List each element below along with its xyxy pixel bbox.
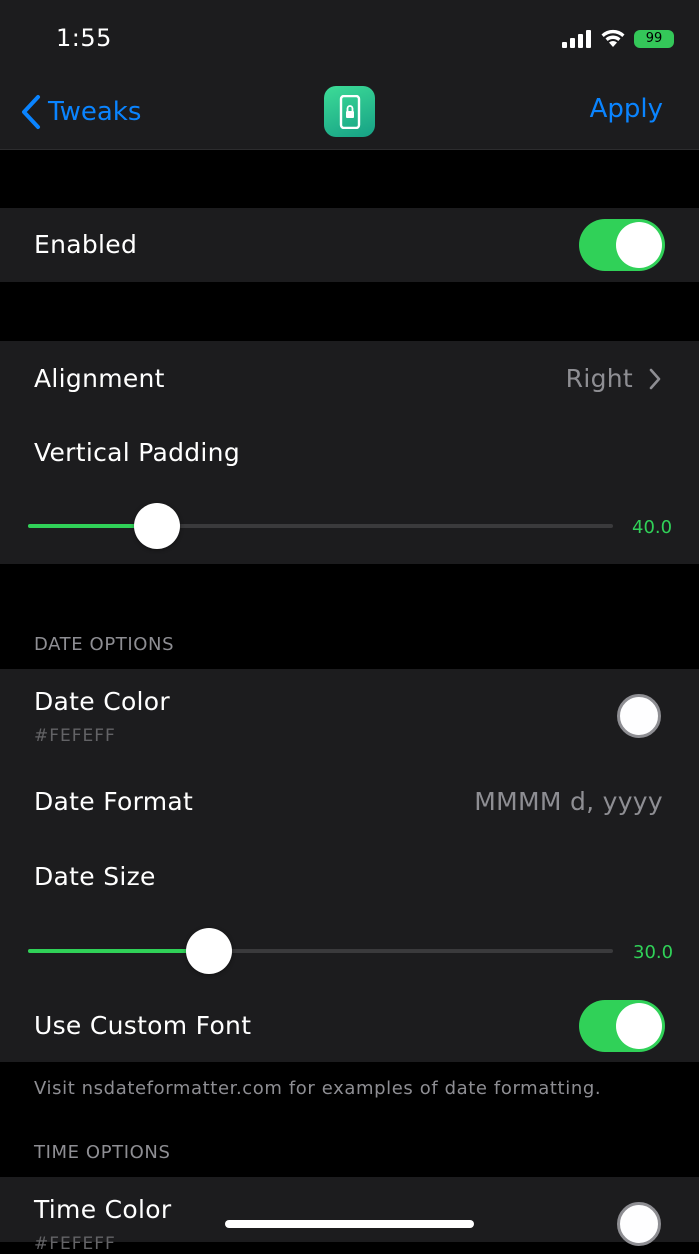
time-options-header: TIME OPTIONS (34, 1142, 171, 1163)
date-color-swatch[interactable] (617, 694, 661, 738)
date-format-value[interactable]: MMMM d, yyyy (474, 787, 663, 816)
date-color-hex: #FEFEFF (34, 726, 116, 746)
vertical-padding-label: Vertical Padding (34, 438, 240, 467)
app-icon (324, 86, 375, 137)
date-options-footer: Visit nsdateformatter.com for examples o… (34, 1078, 602, 1099)
toggle-knob (616, 222, 662, 268)
cellular-signal-icon (562, 30, 591, 48)
time-color-swatch[interactable] (617, 1202, 661, 1246)
custom-font-toggle[interactable] (579, 1000, 665, 1052)
time-color-hex: #FEFEFF (34, 1234, 116, 1254)
custom-font-label: Use Custom Font (34, 1011, 252, 1040)
apply-button[interactable]: Apply (590, 94, 663, 124)
date-options-header: DATE OPTIONS (34, 634, 175, 655)
date-color-label: Date Color (34, 687, 170, 716)
wifi-icon (601, 29, 625, 47)
home-indicator[interactable] (225, 1220, 474, 1228)
date-format-label: Date Format (34, 787, 194, 816)
chevron-right-icon (649, 368, 661, 390)
date-size-label: Date Size (34, 862, 156, 891)
back-button[interactable]: Tweaks (20, 92, 141, 132)
alignment-value: Right (565, 364, 633, 393)
back-label: Tweaks (48, 97, 142, 127)
enabled-label: Enabled (34, 230, 138, 259)
vertical-padding-value: 40.0 (632, 517, 673, 538)
date-size-value: 30.0 (633, 942, 674, 963)
chevron-left-icon (22, 95, 40, 129)
enabled-toggle[interactable] (579, 219, 665, 271)
alignment-label: Alignment (34, 364, 165, 393)
vertical-padding-slider-thumb[interactable] (133, 503, 180, 549)
toggle-knob (616, 1003, 662, 1049)
time-color-label: Time Color (34, 1195, 172, 1224)
date-size-slider-fill (28, 949, 210, 953)
phone-lock-icon (339, 94, 360, 129)
battery-icon: 99 (634, 30, 674, 48)
status-time: 1:55 (56, 24, 112, 52)
